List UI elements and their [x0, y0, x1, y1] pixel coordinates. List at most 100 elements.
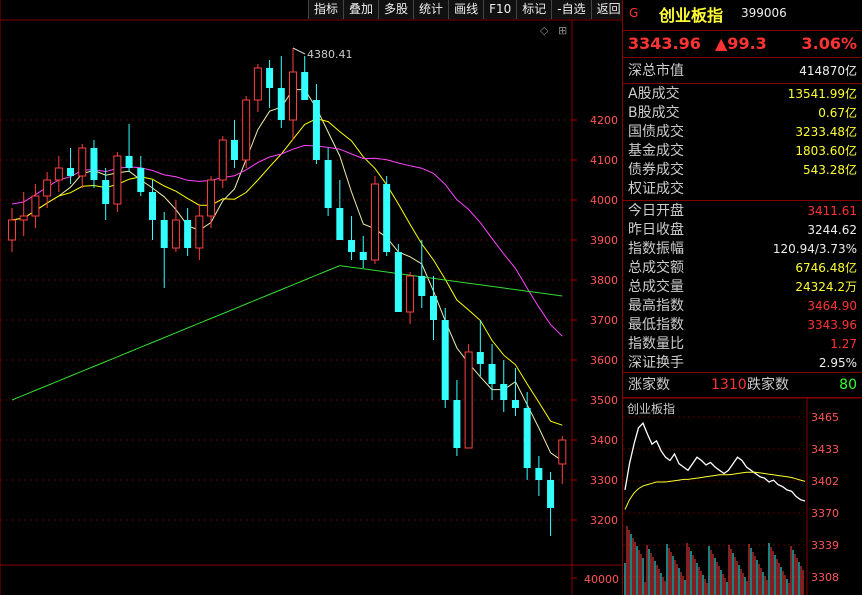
mini-y-tick-label: 3433: [811, 443, 839, 456]
ma60-line: [11, 265, 563, 401]
stat-value: 3411.61: [807, 204, 857, 218]
price-change-percent: 3.06%: [801, 34, 857, 53]
market-cap-row: 深总市值 414870亿: [623, 62, 862, 81]
candle-body: [301, 72, 309, 100]
candle: [54, 156, 63, 192]
stat-label: 总成交量: [628, 279, 684, 295]
stat-row: 最低指数 3343.96: [623, 316, 862, 335]
turnover-value: 3233.48亿: [795, 125, 857, 139]
candle: [149, 180, 156, 240]
candle-body: [8, 219, 16, 241]
back-button[interactable]: 返回: [590, 0, 626, 19]
intraday-chart[interactable]: 3465343334023370333933083276: [623, 398, 862, 595]
candle: [78, 144, 87, 188]
mark-button[interactable]: 标记: [516, 0, 552, 19]
mini-y-tick-label: 3339: [811, 539, 839, 552]
candle-body: [488, 364, 496, 384]
multi-stock-button[interactable]: 多股: [378, 0, 414, 19]
candle-body: [266, 68, 274, 88]
candle-body: [418, 276, 426, 296]
stat-row: 指数振幅 120.94/3.73%: [623, 240, 862, 259]
turnover-value: 0.67亿: [818, 106, 857, 120]
ma5-line: [11, 89, 563, 462]
y-tick-label: 3200: [590, 514, 618, 527]
turnover-label: 权证成交: [628, 181, 684, 197]
divider: [623, 200, 862, 201]
candle-body: [370, 183, 379, 261]
candle-body: [184, 220, 192, 248]
turnover-label: A股成交: [628, 86, 680, 102]
candle: [102, 168, 110, 220]
quote-panel: G 创业板指 399006 3343.96 ▲99.3 3.06% 深总市值 4…: [622, 0, 862, 595]
stat-value: 120.94/3.73%: [772, 242, 857, 256]
y-tick-label: 4100: [590, 154, 618, 167]
stat-row: 总成交量 24324.2万: [623, 278, 862, 297]
peak-label: 4380.41: [307, 48, 353, 61]
candle-body: [383, 184, 391, 252]
candle: [43, 172, 52, 208]
candle-body: [149, 192, 156, 220]
turnover-value: 13541.99亿: [787, 87, 857, 101]
market-cap-label: 深总市值: [628, 63, 684, 79]
candle: [406, 272, 415, 324]
candle: [242, 96, 251, 168]
stat-row: 最高指数 3464.90: [623, 297, 862, 316]
stat-row: 昨日收盘 3244.62: [623, 221, 862, 240]
stat-value: 3244.62: [807, 223, 857, 237]
candle: [31, 184, 40, 228]
candle-body: [289, 71, 297, 121]
candle-body: [430, 296, 437, 320]
stat-value: 2.95%: [818, 356, 857, 370]
candle: [301, 56, 309, 100]
candle-body: [441, 320, 449, 400]
y-tick-label: 4200: [590, 114, 618, 127]
candle-body: [218, 139, 227, 181]
index-name: 创业板指: [659, 6, 724, 25]
turnover-label: 债券成交: [628, 162, 684, 178]
mini-y-tick-label: 3402: [811, 475, 839, 488]
candle-body: [67, 168, 75, 176]
candle: [418, 240, 426, 308]
candle: [359, 236, 367, 268]
volume-tick-label: 40000: [584, 573, 619, 586]
intraday-average-line: [624, 471, 806, 510]
divider: [623, 83, 862, 84]
candle-body: [54, 167, 63, 181]
candlestick-chart[interactable]: 4200 4100 4000 3900 3800 3700 3600 3500 3400 3300…: [0, 0, 622, 595]
candle: [113, 152, 122, 212]
mini-y-tick-label: 3370: [811, 507, 839, 520]
stat-value: 3464.90: [807, 299, 857, 313]
y-tick-label: 3500: [590, 394, 618, 407]
turnover-row: 国债成交 3233.48亿: [623, 123, 862, 142]
panel-header: G 创业板指 399006: [623, 0, 862, 28]
market-breadth: 涨家数 1310 跌家数 80: [623, 372, 862, 398]
draw-line-button[interactable]: 画线: [448, 0, 484, 19]
candle: [230, 120, 238, 168]
candle: [336, 180, 344, 240]
candle-body: [160, 220, 168, 248]
candle-body: [90, 148, 98, 180]
stat-row: 深证换手 2.95%: [623, 354, 862, 373]
indicator-button[interactable]: 指标: [308, 0, 344, 19]
remove-watchlist-button[interactable]: -自选: [551, 0, 591, 19]
candle: [383, 176, 391, 256]
candle-body: [359, 252, 367, 260]
f10-button[interactable]: F10: [483, 0, 517, 19]
diamond-icon: ◇: [540, 24, 549, 37]
turnover-row: A股成交 13541.99亿: [623, 85, 862, 104]
overlay-button[interactable]: 叠加: [343, 0, 379, 19]
candle: [67, 148, 75, 184]
candle: [137, 156, 145, 196]
turnover-value: 543.28亿: [803, 163, 857, 177]
turnover-label: B股成交: [628, 105, 680, 121]
candle-body: [171, 219, 180, 249]
stat-row: 指数量比 1.27: [623, 335, 862, 354]
candle: [90, 140, 98, 188]
y-tick-label: 3900: [590, 234, 618, 247]
y-tick-label: 3300: [590, 474, 618, 487]
stat-label: 最高指数: [628, 298, 684, 314]
candle-body: [195, 215, 204, 249]
candle-body: [453, 400, 461, 448]
candle-body: [102, 180, 110, 204]
statistics-button[interactable]: 统计: [413, 0, 449, 19]
